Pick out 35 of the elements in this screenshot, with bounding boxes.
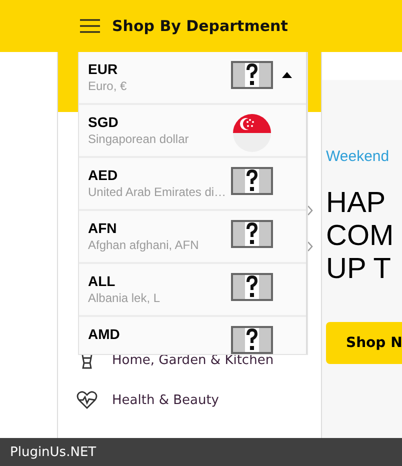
- banner-headline: COM: [326, 220, 395, 253]
- currency-name: Euro, €: [88, 79, 128, 93]
- menu-title[interactable]: Shop By Department: [112, 17, 288, 35]
- department-item[interactable]: Health & Beauty: [112, 392, 220, 408]
- currency-option[interactable]: ALL Albania lek, L: [79, 264, 306, 315]
- flag-placeholder-icon: [231, 61, 274, 89]
- currency-option[interactable]: AMD: [79, 317, 306, 354]
- currency-name: Afghan afghani, AFN: [88, 238, 200, 252]
- menu-icon[interactable]: [80, 19, 100, 33]
- currency-option[interactable]: EUR Euro, €: [79, 52, 306, 103]
- currency-name: Albania lek, L: [88, 291, 162, 305]
- currency-code: AMD: [88, 326, 121, 342]
- flag-placeholder-icon: [231, 167, 274, 195]
- currency-name: Singaporean dollar: [88, 132, 190, 146]
- currency-option[interactable]: SGD Singaporean dollar: [79, 105, 306, 156]
- banner-tagline: Weekend: [326, 148, 390, 165]
- currency-code: SGD: [88, 114, 120, 130]
- shop-button[interactable]: Shop N: [326, 322, 402, 364]
- footer-text: PluginUs.NET: [10, 444, 96, 460]
- banner-headline: UP T: [326, 253, 392, 286]
- flag-placeholder-icon: [231, 273, 274, 301]
- currency-code: AFN: [88, 220, 118, 236]
- chevron-right-icon: [307, 204, 313, 216]
- currency-code: AED: [88, 167, 119, 183]
- currency-code: EUR: [88, 61, 119, 77]
- currency-option[interactable]: AED United Arab Emirates di…: [79, 158, 306, 209]
- caret-up-icon[interactable]: [282, 72, 292, 78]
- singapore-flag-icon: [233, 114, 272, 152]
- banner-headline: HAP: [326, 187, 387, 220]
- flag-placeholder-icon: [231, 220, 274, 248]
- currency-option[interactable]: AFN Afghan afghani, AFN: [79, 211, 306, 262]
- heart-pulse-icon: [76, 390, 98, 410]
- chevron-right-icon: [307, 240, 313, 252]
- currency-code: ALL: [88, 273, 116, 289]
- currency-name: United Arab Emirates di…: [88, 185, 226, 199]
